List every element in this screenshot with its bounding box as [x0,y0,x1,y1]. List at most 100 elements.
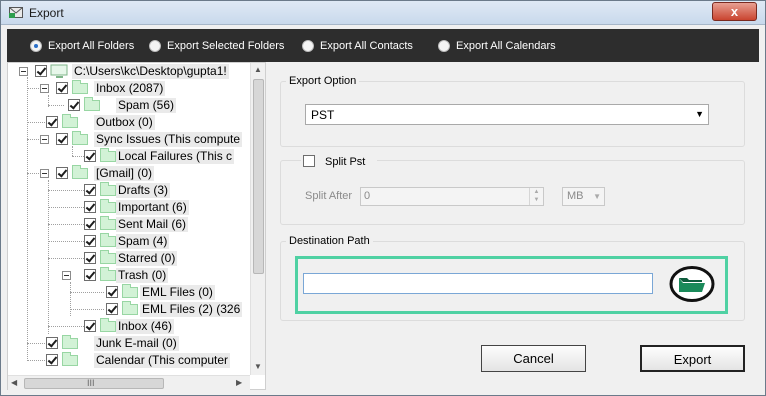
cancel-button[interactable]: Cancel [481,345,586,372]
checkbox-unchecked-icon[interactable] [303,155,315,167]
radio-unselected-icon [302,40,314,52]
tree-item-label: Inbox (2087) [94,81,166,96]
export-format-select[interactable]: PST ▼ [305,104,709,125]
checkbox-checked-icon[interactable] [84,269,96,281]
checkbox-checked-icon[interactable] [56,133,68,145]
tree-item-eml-files-2[interactable]: EML Files (2) (326 [8,301,250,318]
tree-vertical-scrollbar[interactable]: ▲ ▼ [250,63,265,375]
split-unit-select[interactable]: MB ▼ [562,187,605,206]
folder-icon [100,250,116,264]
checkbox-checked-icon[interactable] [56,82,68,94]
radio-export-selected-folders[interactable]: Export Selected Folders [149,39,284,53]
radio-export-all-contacts[interactable]: Export All Contacts [302,39,413,53]
tree-item-spam[interactable]: Spam (56) [8,97,250,114]
destination-group: Destination Path [280,235,745,321]
scroll-down-icon[interactable]: ▼ [254,362,262,372]
tree-item-spam-gmail[interactable]: Spam (4) [8,233,250,250]
export-option-title: Export Option [286,75,360,88]
tree-item-sent-mail[interactable]: Sent Mail (6) [8,216,250,233]
radio-export-all-folders[interactable]: Export All Folders [30,39,134,53]
folder-tree-panel: C:\Users\kc\Desktop\gupta1! Inbox (2087)… [7,62,266,390]
checkbox-checked-icon[interactable] [106,303,118,315]
tree-item-label: EML Files (2) (326 [140,302,243,317]
checkbox-checked-icon[interactable] [35,65,47,77]
tree-item-inbox-46[interactable]: Inbox (46) [8,318,250,335]
checkbox-checked-icon[interactable] [106,286,118,298]
folder-icon [72,80,88,94]
tree-item-starred[interactable]: Starred (0) [8,250,250,267]
tree-item-label: Outbox (0) [94,115,155,130]
browse-folder-icon[interactable] [669,266,715,302]
computer-icon [50,64,68,78]
split-after-stepper[interactable]: 0 ▲ ▼ [360,187,544,206]
folder-icon [100,182,116,196]
folder-icon [72,131,88,145]
scroll-thumb[interactable]: III [24,378,164,389]
tree-item-label: Junk E-mail (0) [94,336,179,351]
tree-item-label: Inbox (46) [116,319,175,334]
tree-item-calendar[interactable]: Calendar (This computer [8,352,250,369]
checkbox-checked-icon[interactable] [84,150,96,162]
checkbox-checked-icon[interactable] [84,320,96,332]
split-pst-toggle[interactable]: Split Pst [301,154,377,168]
tree-root[interactable]: C:\Users\kc\Desktop\gupta1! [8,63,250,80]
checkbox-checked-icon[interactable] [46,354,58,366]
scroll-right-icon[interactable]: ▶ [236,378,242,388]
checkbox-checked-icon[interactable] [84,218,96,230]
scroll-up-icon[interactable]: ▲ [254,65,262,75]
tree-item-label: Calendar (This computer [94,353,231,368]
radio-unselected-icon [438,40,450,52]
split-pst-group: Split Pst Split After 0 ▲ ▼ MB ▼ [280,154,745,225]
folder-icon [84,97,100,111]
collapse-icon[interactable] [40,169,49,178]
export-button[interactable]: Export [640,345,745,372]
close-button[interactable]: x [712,2,757,21]
folder-icon [100,318,116,332]
export-format-value: PST [311,108,335,122]
tree-item-label: Spam (4) [116,234,170,249]
folder-icon [100,233,116,247]
spin-arrows-icon[interactable]: ▲ ▼ [529,188,543,205]
checkbox-checked-icon[interactable] [56,167,68,179]
window-title: Export [29,6,64,20]
collapse-icon[interactable] [62,271,71,280]
split-unit-value: MB [567,190,584,202]
checkbox-checked-icon[interactable] [46,337,58,349]
checkbox-checked-icon[interactable] [84,201,96,213]
tree-item-junk-email[interactable]: Junk E-mail (0) [8,335,250,352]
chevron-down-icon: ▼ [593,192,601,201]
radio-selected-icon [30,40,42,52]
tree-item-eml-files[interactable]: EML Files (0) [8,284,250,301]
scroll-thumb[interactable] [253,79,264,274]
export-scope-bar: Export All Folders Export Selected Folde… [7,29,759,62]
tree-item-important[interactable]: Important (6) [8,199,250,216]
checkbox-checked-icon[interactable] [46,116,58,128]
close-icon: x [730,4,739,19]
destination-path-input[interactable] [303,273,653,294]
tree-item-local-failures[interactable]: Local Failures (This c [8,148,250,165]
checkbox-checked-icon[interactable] [68,99,80,111]
tree-item-drafts[interactable]: Drafts (3) [8,182,250,199]
tree-item-sync-issues[interactable]: Sync Issues (This compute [8,131,250,148]
chevron-down-icon: ▼ [695,109,704,119]
tree-item-trash[interactable]: Trash (0) [8,267,250,284]
tree-item-outbox[interactable]: Outbox (0) [8,114,250,131]
radio-export-all-calendars[interactable]: Export All Calendars [438,39,556,53]
tree-item-gmail[interactable]: [Gmail] (0) [8,165,250,182]
tree-horizontal-scrollbar[interactable]: ◀ III ▶ [8,375,250,390]
tree-item-label: EML Files (0) [140,285,215,300]
export-option-group: Export Option PST ▼ [280,75,745,147]
app-envelope-icon [9,7,23,18]
scroll-left-icon[interactable]: ◀ [11,378,17,388]
collapse-icon[interactable] [40,135,49,144]
checkbox-checked-icon[interactable] [84,235,96,247]
checkbox-checked-icon[interactable] [84,184,96,196]
collapse-icon[interactable] [19,67,28,76]
tree-root-label: C:\Users\kc\Desktop\gupta1! [72,64,229,79]
tree-item-inbox[interactable]: Inbox (2087) [8,80,250,97]
scroll-grip-icon: III [87,378,95,388]
collapse-icon[interactable] [40,84,49,93]
checkbox-checked-icon[interactable] [84,252,96,264]
folder-icon [122,284,138,298]
folder-icon [62,114,78,128]
